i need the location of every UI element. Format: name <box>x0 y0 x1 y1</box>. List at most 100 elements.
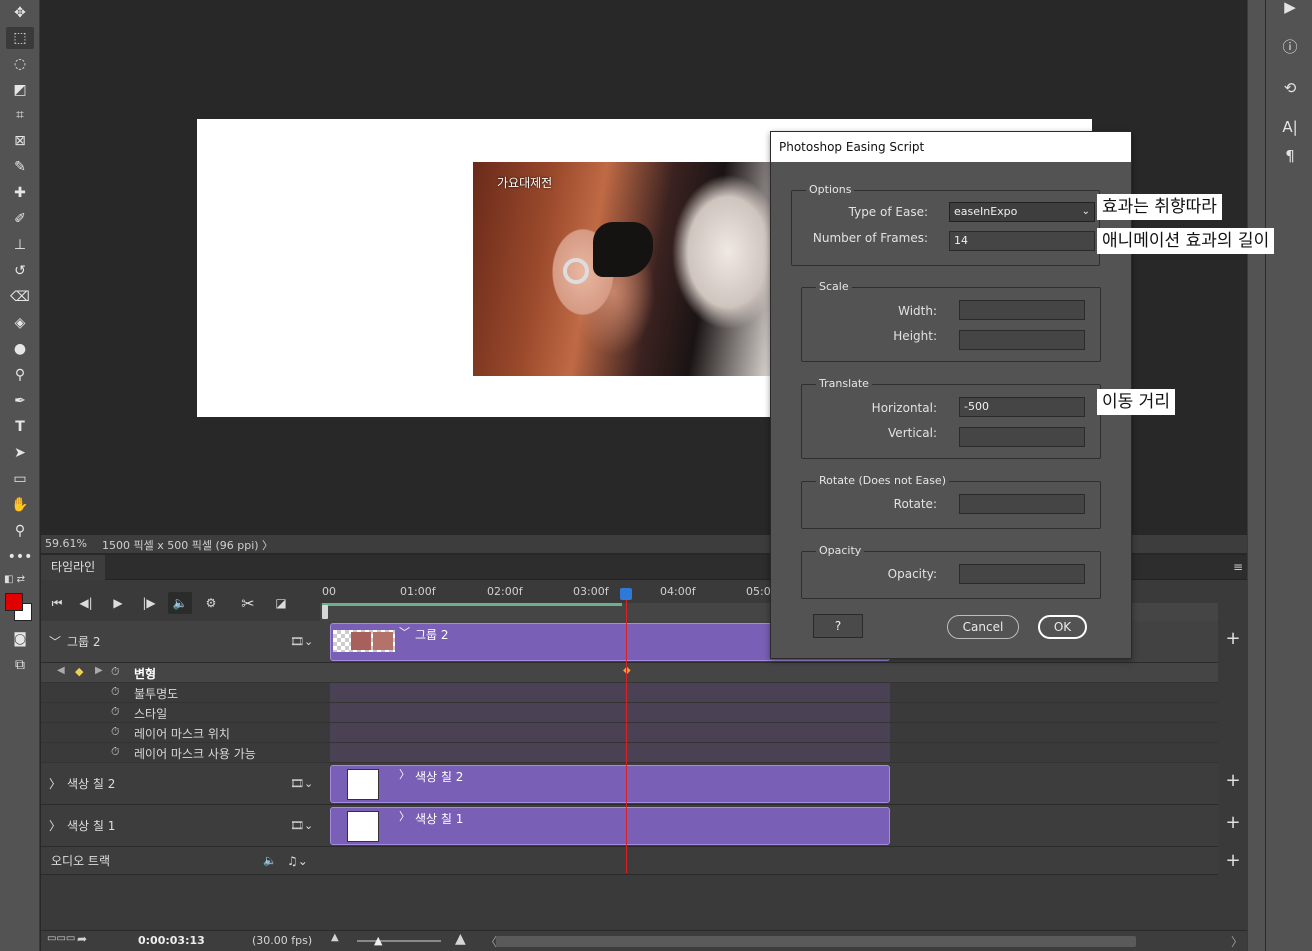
bucket-icon[interactable]: ◈ <box>6 312 34 334</box>
options-group: Options Type of Ease: easeInExpo ⌄ Numbe… <box>791 183 1100 266</box>
tab-timeline[interactable]: 타임라인 <box>41 555 106 580</box>
paragraph-icon[interactable]: ¶ <box>1272 143 1308 169</box>
blur-icon[interactable]: ● <box>6 338 34 360</box>
stamp-icon[interactable]: ⊥ <box>6 234 34 256</box>
frame-mode-icon[interactable]: ▭▭▭ <box>47 933 75 944</box>
dodge-icon[interactable]: ⚲ <box>6 364 34 386</box>
cancel-button[interactable]: Cancel <box>947 615 1019 639</box>
help-button[interactable]: ? <box>813 614 863 638</box>
next-frame-icon[interactable]: |▶ <box>137 592 161 614</box>
play-icon[interactable]: ▶ <box>1272 0 1308 20</box>
work-area-start-handle[interactable] <box>322 605 328 619</box>
horizontal-input[interactable]: -500 <box>959 397 1085 417</box>
status-arrow[interactable]: 〉 <box>262 537 273 553</box>
healing-icon[interactable]: ✚ <box>6 182 34 204</box>
screen-mode-icon[interactable]: ⧉ <box>6 654 34 676</box>
split-scissors-icon[interactable]: ✂ <box>236 592 260 614</box>
expand-chevron-icon[interactable]: 〉 <box>49 763 61 804</box>
stopwatch-icon[interactable]: ⏱ <box>111 685 120 699</box>
zoom-slider[interactable] <box>357 940 441 942</box>
clip-chevron-icon[interactable]: 〉 <box>399 766 410 782</box>
zoom-slider-thumb[interactable]: ▲ <box>374 934 382 947</box>
rectangle-icon[interactable]: ▭ <box>6 468 34 490</box>
prev-keyframe-icon[interactable]: ◀ <box>57 665 65 676</box>
film-icon[interactable]: 🎞⌄ <box>290 763 313 804</box>
thumb-photo <box>351 632 371 650</box>
marquee-icon[interactable]: ⬚ <box>6 27 34 49</box>
audio-toggle-icon[interactable]: 🔈 <box>168 592 192 614</box>
zoom-in-icon[interactable]: ▲ <box>455 931 466 947</box>
clip-chevron-icon[interactable]: ﹀ <box>399 624 410 640</box>
first-frame-icon[interactable]: ⏮ <box>45 592 69 614</box>
property-name: 레이어 마스크 사용 가능 <box>134 747 256 761</box>
type-icon[interactable]: T <box>6 416 34 438</box>
timeline-scrollbar[interactable] <box>496 936 1136 947</box>
eraser-icon[interactable]: ⌫ <box>6 286 34 308</box>
rotate-input[interactable] <box>959 494 1085 514</box>
layer-name: 그룹 2 <box>67 635 101 649</box>
play-button-icon[interactable]: ▶ <box>106 592 130 614</box>
add-audio-icon[interactable]: + <box>1221 850 1245 871</box>
stopwatch-icon[interactable]: ⏱ <box>111 725 120 739</box>
hand-icon[interactable]: ✋ <box>6 494 34 516</box>
frame-icon[interactable]: ⊠ <box>6 130 34 152</box>
music-note-icon[interactable]: ♫⌄ <box>287 847 308 874</box>
expand-chevron-icon[interactable]: 〉 <box>49 805 61 846</box>
scroll-right-icon[interactable]: 〉 <box>1231 933 1243 950</box>
property-row-transform[interactable]: ◀ ◆ ▶ ⏱ 변형 ◆ <box>41 663 1218 683</box>
path-select-icon[interactable]: ➤ <box>6 442 34 464</box>
object-select-icon[interactable]: ◩ <box>6 79 34 101</box>
render-video-icon[interactable]: ➦ <box>77 932 87 946</box>
settings-icon[interactable]: ⚙ <box>199 592 223 614</box>
swap-colors-icon[interactable]: ◧ ⇄ <box>4 574 34 588</box>
opacity-input[interactable] <box>959 564 1085 584</box>
info-icon[interactable]: ⓘ <box>1272 33 1308 59</box>
vertical-input[interactable] <box>959 427 1085 447</box>
film-icon[interactable]: 🎞⌄ <box>290 805 313 846</box>
lasso-icon[interactable]: ◌ <box>6 53 34 75</box>
property-row-opacity[interactable]: ⏱ 불투명도 <box>41 683 1218 703</box>
history-icon[interactable]: ⟲ <box>1272 75 1308 101</box>
clip-label: 색상 칠 1 <box>415 812 464 826</box>
clip-fill1[interactable]: 〉 색상 칠 1 <box>330 807 890 845</box>
stopwatch-icon[interactable]: ⏱ <box>111 665 120 679</box>
property-row-mask-position[interactable]: ⏱ 레이어 마스크 위치 <box>41 723 1218 743</box>
brush-icon[interactable]: ✐ <box>6 208 34 230</box>
more-icon[interactable]: ••• <box>6 546 34 568</box>
eyedropper-icon[interactable]: ✎ <box>6 156 34 178</box>
property-row-style[interactable]: ⏱ 스타일 <box>41 703 1218 723</box>
next-keyframe-icon[interactable]: ▶ <box>95 665 103 676</box>
add-media-icon[interactable]: + <box>1221 770 1245 791</box>
character-icon[interactable]: A| <box>1272 114 1308 140</box>
clip-chevron-icon[interactable]: 〉 <box>399 808 410 824</box>
zoom-icon[interactable]: ⚲ <box>6 520 34 542</box>
ok-button[interactable]: OK <box>1038 615 1087 639</box>
type-of-ease-select[interactable]: easeInExpo ⌄ <box>949 202 1095 222</box>
film-icon[interactable]: 🎞⌄ <box>290 621 313 662</box>
stopwatch-icon[interactable]: ⏱ <box>111 705 120 719</box>
width-input[interactable] <box>959 300 1085 320</box>
clip-fill2[interactable]: 〉 색상 칠 2 <box>330 765 890 803</box>
playhead-handle[interactable] <box>620 588 632 600</box>
transition-icon[interactable]: ◪ <box>269 592 293 614</box>
pen-icon[interactable]: ✒ <box>6 390 34 412</box>
foreground-color-swatch[interactable] <box>5 593 23 611</box>
panel-menu-icon[interactable]: ≡ <box>1233 560 1243 574</box>
prev-frame-icon[interactable]: ◀| <box>74 592 98 614</box>
history-brush-icon[interactable]: ↺ <box>6 260 34 282</box>
layer-row-audio[interactable]: 오디오 트랙 🔈 ♫⌄ <box>41 847 1218 875</box>
quick-mask-icon[interactable]: ◙ <box>6 628 34 650</box>
zoom-out-icon[interactable]: ▲ <box>331 932 339 943</box>
expand-chevron-icon[interactable]: ﹀ <box>49 621 61 662</box>
crop-icon[interactable]: ⌗ <box>6 104 34 126</box>
keyframe-toggle-icon[interactable]: ◆ <box>75 665 83 678</box>
height-input[interactable] <box>959 330 1085 350</box>
zoom-level[interactable]: 59.61% <box>45 537 87 550</box>
add-media-icon[interactable]: + <box>1221 628 1245 649</box>
number-of-frames-input[interactable]: 14 <box>949 231 1095 251</box>
audio-volume-icon[interactable]: 🔈 <box>263 847 277 874</box>
add-media-icon[interactable]: + <box>1221 812 1245 833</box>
property-row-mask-enable[interactable]: ⏱ 레이어 마스크 사용 가능 <box>41 743 1218 763</box>
move-icon[interactable]: ✥ <box>6 2 34 24</box>
stopwatch-icon[interactable]: ⏱ <box>111 745 120 759</box>
